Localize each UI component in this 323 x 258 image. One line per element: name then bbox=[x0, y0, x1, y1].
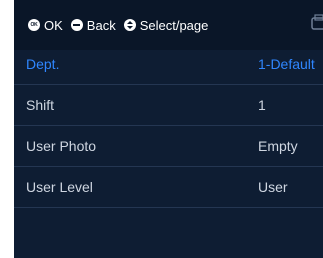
user-level-value: User bbox=[258, 179, 288, 195]
select-page-hint-label: Select/page bbox=[139, 17, 209, 33]
printer-icon bbox=[311, 14, 323, 30]
shift-value: 1 bbox=[258, 97, 266, 113]
dept-label: Dept. bbox=[26, 56, 60, 72]
key-hint-bar: OK OK Back Select/page bbox=[14, 0, 323, 50]
ok-hint-label: OK bbox=[44, 17, 63, 33]
back-button-icon bbox=[70, 19, 83, 31]
user-photo-label: User Photo bbox=[26, 138, 97, 154]
shift-label: Shift bbox=[26, 97, 55, 113]
menu-row-dept[interactable]: Dept. 1-Default bbox=[14, 44, 323, 85]
dept-value: 1-Default bbox=[258, 56, 315, 72]
user-settings-list: Dept. 1-Default Shift 1 User Photo Empty… bbox=[14, 44, 323, 208]
user-level-label: User Level bbox=[26, 179, 93, 195]
user-photo-value: Empty bbox=[258, 138, 298, 154]
back-hint-label: Back bbox=[86, 17, 116, 33]
menu-row-shift[interactable]: Shift 1 bbox=[14, 85, 323, 126]
select-page-hint[interactable]: Select/page bbox=[123, 17, 209, 33]
device-screen: OK OK Back Select/page Dept. 1-Default S… bbox=[14, 0, 323, 258]
ok-hint[interactable]: OK OK bbox=[28, 18, 63, 33]
back-hint[interactable]: Back bbox=[70, 17, 116, 33]
menu-row-user-photo[interactable]: User Photo Empty bbox=[14, 126, 323, 167]
menu-row-user-level[interactable]: User Level User bbox=[14, 167, 323, 208]
ok-button-icon: OK bbox=[28, 19, 40, 31]
select-button-icon bbox=[123, 19, 136, 31]
